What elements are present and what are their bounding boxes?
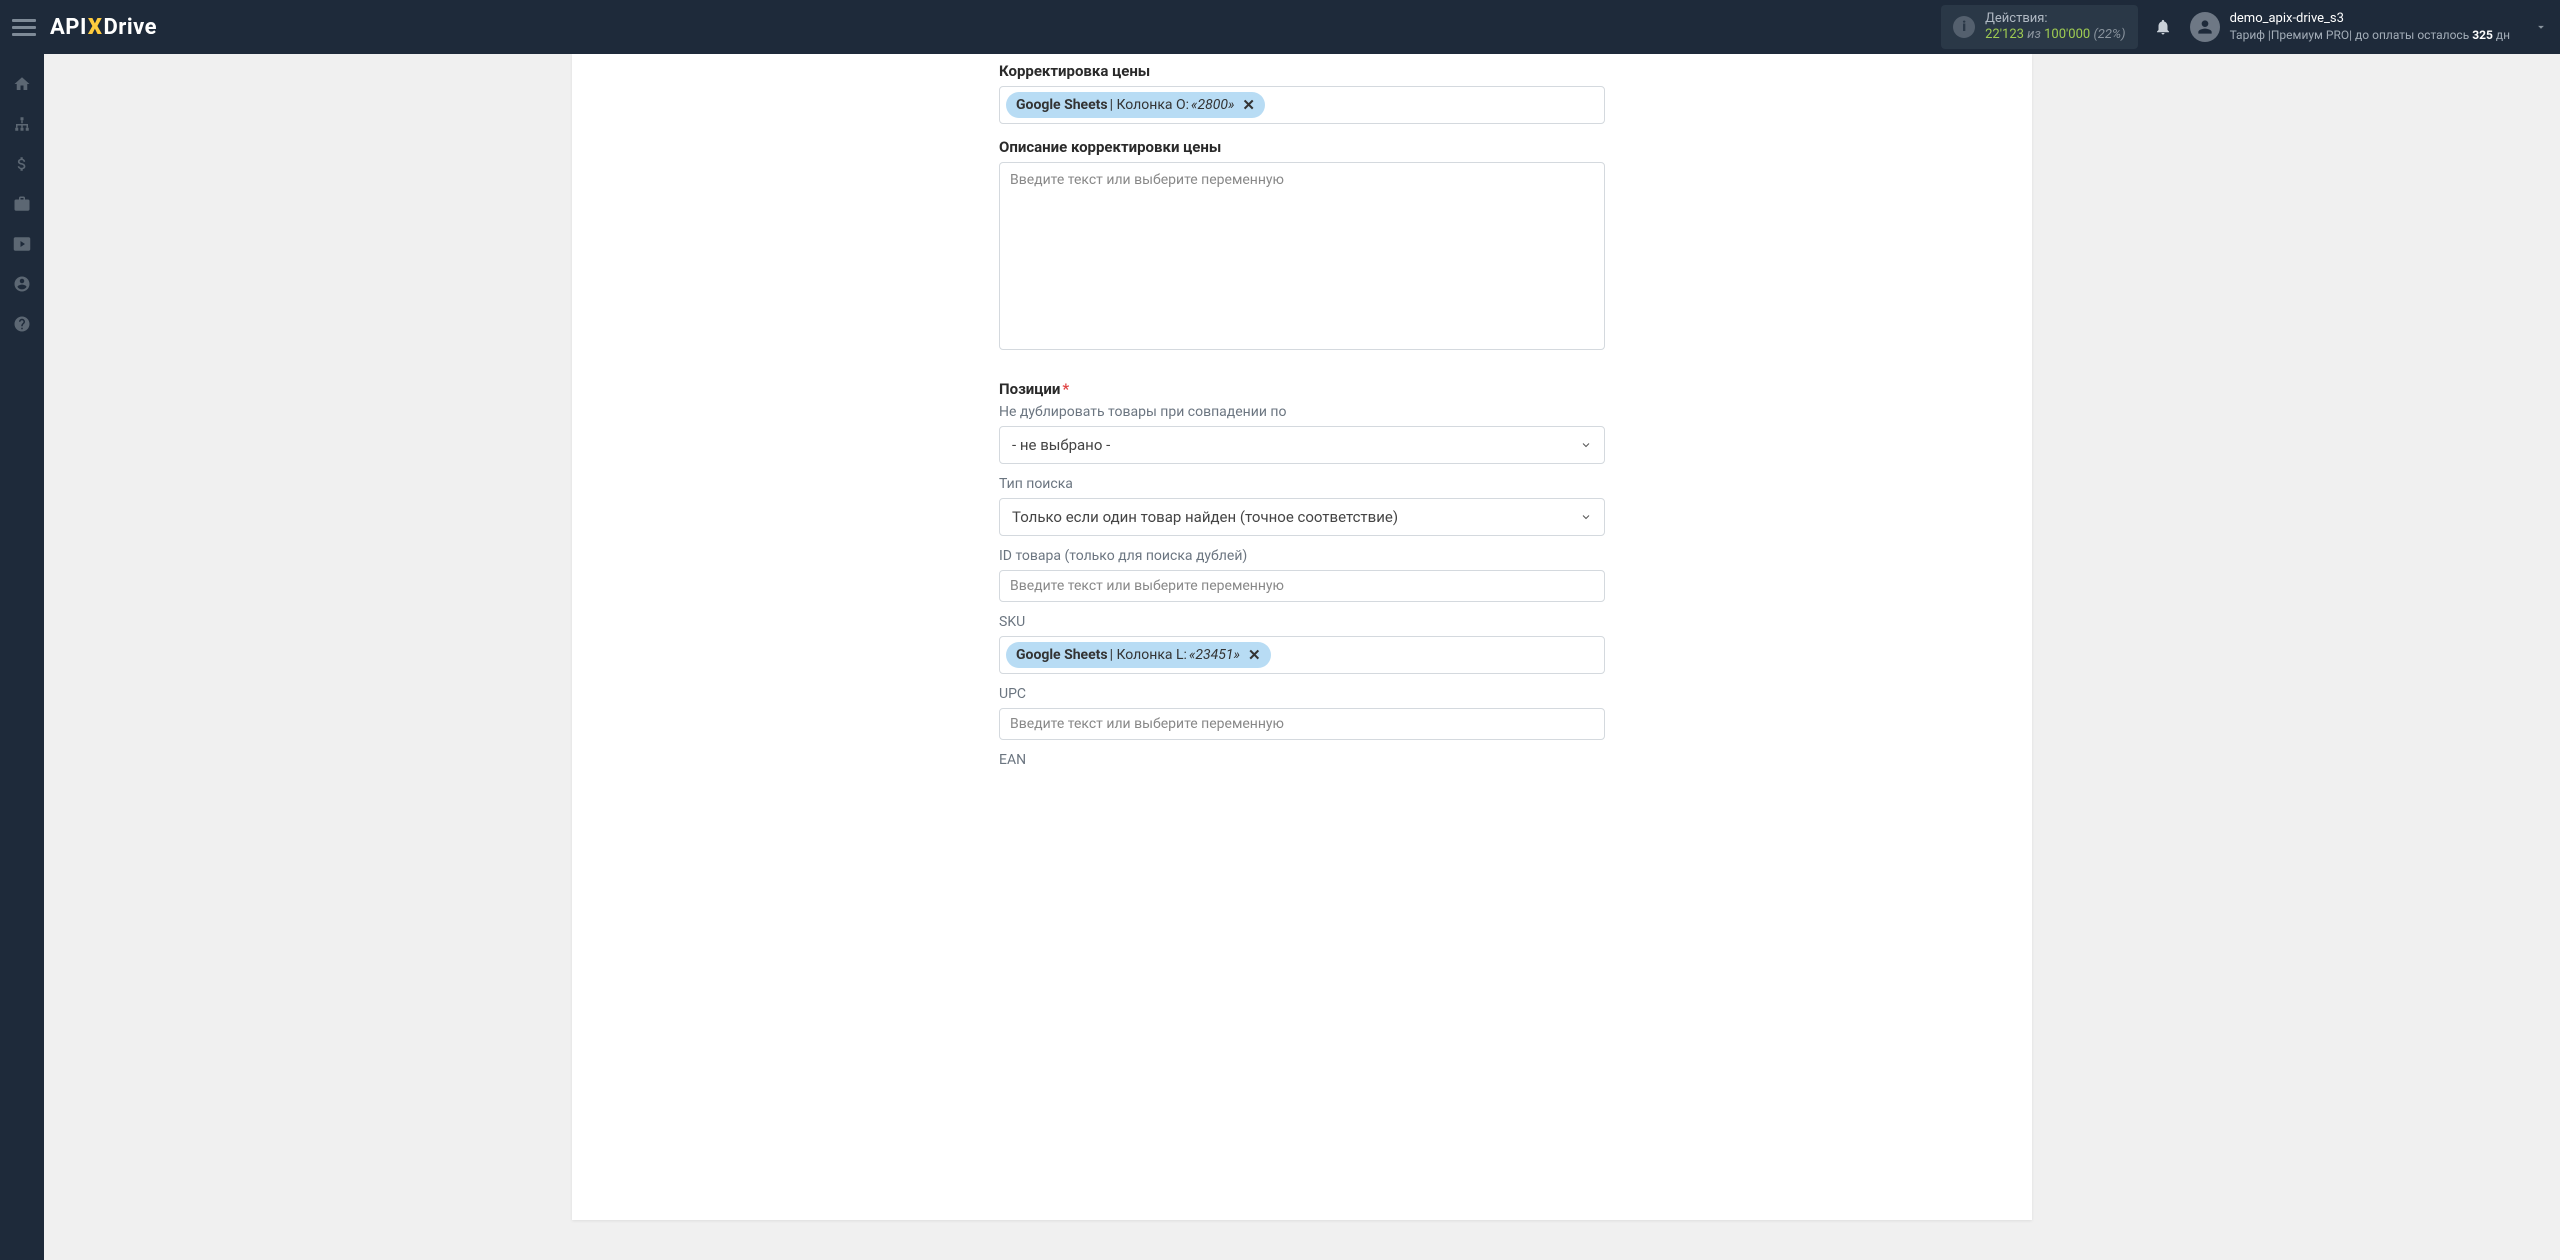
tag-price-adjustment[interactable]: Google Sheets | Колонка O: «2800» ✕: [1006, 92, 1265, 118]
select-search-type-value: Только если один товар найден (точное со…: [1012, 508, 1398, 526]
label-ean: EAN: [999, 752, 1605, 768]
nav-account[interactable]: [0, 264, 44, 304]
username: demo_apix-drive_s3: [2230, 11, 2510, 28]
actions-limit: 100'000: [2044, 27, 2090, 42]
sidenav: [0, 54, 44, 1260]
main-content: Корректировка цены Google Sheets | Колон…: [44, 54, 2560, 1260]
user-plan: Тариф |Премиум PRO| до оплаты осталось 3…: [2230, 28, 2510, 44]
chevron-down-icon: [1580, 511, 1592, 523]
field-price-adjustment-desc: Описание корректировки цены Введите текс…: [999, 138, 1605, 350]
nav-home[interactable]: [0, 64, 44, 104]
info-icon: i: [1953, 16, 1975, 38]
actions-percent: (22%): [2093, 27, 2125, 42]
user-box[interactable]: demo_apix-drive_s3 Тариф |Премиум PRO| д…: [2230, 11, 2510, 43]
label-upc: UPC: [999, 686, 1605, 702]
actions-usage-badge[interactable]: i Действия: 22'123 из 100'000 (22%): [1941, 5, 2137, 50]
notifications-icon[interactable]: [2154, 18, 2172, 36]
input-sku[interactable]: Google Sheets | Колонка L: «23451» ✕: [999, 636, 1605, 674]
logo-text-x: X: [88, 15, 103, 40]
menu-toggle-button[interactable]: [12, 15, 36, 39]
textarea-price-adjustment-desc[interactable]: Введите текст или выберите переменную: [999, 162, 1605, 350]
label-price-adjustment: Корректировка цены: [999, 62, 1605, 80]
label-search-type: Тип поиска: [999, 476, 1605, 492]
nav-video[interactable]: [0, 224, 44, 264]
nav-billing[interactable]: [0, 144, 44, 184]
select-search-type[interactable]: Только если один товар найден (точное со…: [999, 498, 1605, 536]
remove-tag-icon[interactable]: ✕: [1248, 648, 1261, 663]
section-positions: Позиции* Не дублировать товары при совпа…: [999, 380, 1605, 768]
nav-help[interactable]: [0, 304, 44, 344]
label-sku: SKU: [999, 614, 1605, 630]
remove-tag-icon[interactable]: ✕: [1242, 98, 1255, 113]
required-icon: *: [1062, 380, 1069, 398]
avatar-icon[interactable]: [2190, 12, 2220, 42]
field-price-adjustment: Корректировка цены Google Sheets | Колон…: [999, 62, 1605, 124]
chevron-down-icon: [1580, 439, 1592, 451]
logo[interactable]: API X Drive: [50, 15, 157, 40]
label-product-id: ID товара (только для поиска дублей): [999, 548, 1605, 564]
actions-of: из: [2027, 27, 2041, 42]
input-product-id[interactable]: Введите текст или выберите переменную: [999, 570, 1605, 602]
actions-usage-text: Действия: 22'123 из 100'000 (22%): [1985, 11, 2125, 44]
input-upc[interactable]: Введите текст или выберите переменную: [999, 708, 1605, 740]
label-price-adjustment-desc: Описание корректировки цены: [999, 138, 1605, 156]
select-no-duplicate-value: - не выбрано -: [1012, 436, 1110, 454]
actions-used: 22'123: [1985, 27, 2024, 42]
logo-text-drive: Drive: [103, 15, 157, 40]
logo-text-api: API: [50, 15, 87, 40]
tag-sku[interactable]: Google Sheets | Колонка L: «23451» ✕: [1006, 642, 1271, 668]
nav-connections[interactable]: [0, 104, 44, 144]
input-price-adjustment[interactable]: Google Sheets | Колонка O: «2800» ✕: [999, 86, 1605, 124]
form-card: Корректировка цены Google Sheets | Колон…: [572, 54, 2032, 1220]
label-no-duplicate: Не дублировать товары при совпадении по: [999, 404, 1605, 420]
actions-label: Действия:: [1985, 11, 2125, 27]
nav-briefcase[interactable]: [0, 184, 44, 224]
topbar: API X Drive i Действия: 22'123 из 100'00…: [0, 0, 2560, 54]
label-positions: Позиции*: [999, 380, 1605, 398]
user-menu-chevron-icon[interactable]: [2534, 20, 2548, 34]
select-no-duplicate[interactable]: - не выбрано -: [999, 426, 1605, 464]
